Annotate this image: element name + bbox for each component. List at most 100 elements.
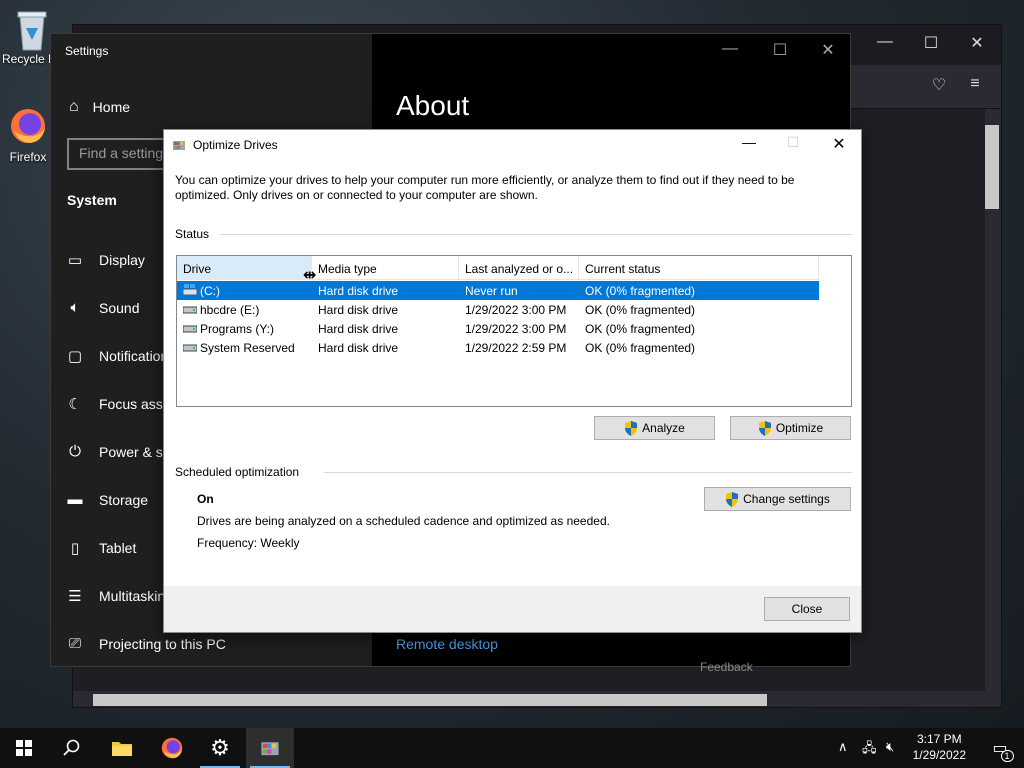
uac-shield-icon [758,420,771,436]
sidebar-item-sound[interactable]: 🔈︎ Sound [67,299,139,316]
close-icon[interactable]: ✕ [814,40,842,60]
scrollbar-thumb[interactable] [985,125,999,209]
cell-last-analyzed: 1/29/2022 3:00 PM [465,322,567,336]
sidebar-item-tablet[interactable]: ▯ Tablet [67,539,137,557]
display-icon: ▭ [67,252,83,269]
cell-drive: Programs (Y:) [200,322,275,336]
chevron-up-icon[interactable]: ∧ [838,739,848,755]
drive-icon [182,322,198,333]
file-explorer-button[interactable] [98,728,146,768]
firefox-icon [8,106,48,146]
column-header-last-analyzed[interactable]: Last analyzed or o... [459,256,579,280]
intro-text: You can optimize your drives to help you… [175,173,795,202]
column-header-media-type[interactable]: Media type [312,256,459,280]
home-label: Home [92,99,131,115]
change-settings-label: Change settings [743,492,830,506]
start-button[interactable] [0,728,48,768]
divider [324,472,852,473]
sidebar-item-multitasking[interactable]: ☰ Multitasking [67,587,173,605]
cell-current-status: OK (0% fragmented) [585,322,696,336]
optimize-drives-dialog: Optimize Drives — ☐ ✕ You can optimize y… [163,129,862,633]
clock-date: 1/29/2022 [912,748,966,762]
sidebar-item-label: Projecting to this PC [99,635,226,652]
column-header-drive[interactable]: Drive [177,256,312,280]
drive-icon [182,303,198,314]
system-clock[interactable]: 3:17 PM 1/29/2022 [913,731,966,763]
drive-windows-icon [182,284,198,296]
uac-shield-icon [625,420,638,436]
cell-drive: hbcdre (E:) [200,303,260,317]
search-placeholder: Find a setting [79,145,164,161]
network-icon[interactable]: 🖧︎ [862,739,877,761]
table-row[interactable]: (C:) Hard disk drive Never run OK (0% fr… [177,281,819,300]
projecting-icon: ⎚ [68,635,81,652]
cell-media-type: Hard disk drive [318,284,399,298]
change-settings-button[interactable]: Change settings [704,487,851,511]
pocket-icon[interactable]: ♡ [925,75,953,95]
desktop-icon-label: Recycle Bin [2,52,52,66]
browser-vertical-scrollbar[interactable] [985,109,1001,691]
close-button[interactable]: ✕ [816,134,862,156]
scrollbar-thumb[interactable] [93,694,767,706]
close-label: Close [791,602,823,616]
dialog-title: Optimize Drives [193,138,278,152]
search-button[interactable] [48,728,96,768]
multitasking-icon: ☰ [68,588,82,605]
cell-last-analyzed: 1/29/2022 3:00 PM [465,303,567,317]
drives-list[interactable]: Drive Media type Last analyzed or o... C… [176,255,852,407]
tablet-icon: ▯ [70,540,80,557]
taskbar: ⚙ ∧ 🖧︎ 🔇︎ 3:17 PM 1/29/2022 ▭ 1 [0,728,1024,768]
table-row[interactable]: Programs (Y:) Hard disk drive 1/29/2022 … [177,319,819,338]
volume-muted-icon[interactable]: 🔇︎ [886,739,894,755]
table-row[interactable]: hbcdre (E:) Hard disk drive 1/29/2022 3:… [177,300,819,319]
analyze-button[interactable]: Analyze [594,416,715,440]
optimize-label: Optimize [775,421,824,435]
cell-last-analyzed: Never run [465,284,518,298]
sidebar-item-storage[interactable]: ▬ Storage [67,491,149,508]
optimize-drives-taskbar-button[interactable] [246,728,294,768]
sound-icon: 🔈︎ [70,299,80,316]
analyze-label: Analyze [642,421,685,435]
sidebar-item-projecting[interactable]: ⎚ Projecting to this PC [67,635,226,652]
table-row[interactable]: System Reserved Hard disk drive 1/29/202… [177,338,819,357]
home-button[interactable]: ⌂ Home [69,98,130,116]
sidebar-item-display[interactable]: ▭ Display [67,251,145,269]
maximize-icon[interactable]: ☐ [917,33,945,53]
cell-media-type: Hard disk drive [318,303,399,317]
sidebar-item-label: Sound [99,299,140,316]
clock-time: 3:17 PM [916,732,962,746]
settings-taskbar-button[interactable]: ⚙ [196,728,244,768]
maximize-button: ☐ [786,134,800,150]
browser-horizontal-scrollbar[interactable] [73,691,1001,707]
close-dialog-button[interactable]: Close [764,597,850,621]
divider [220,234,852,235]
drive-icon [182,341,198,352]
minimize-icon[interactable]: — [871,33,899,51]
sidebar-item-focus-assist[interactable]: ☾ Focus assist [67,395,177,413]
optimize-button[interactable]: Optimize [730,416,851,440]
close-icon[interactable]: ✕ [963,33,991,53]
cell-media-type: Hard disk drive [318,341,399,355]
focus-assist-icon: ☾ [68,396,82,413]
notification-count: 1 [1000,750,1014,762]
action-center-button[interactable]: ▭ 1 [976,728,1024,768]
menu-icon[interactable]: ≡ [961,75,989,93]
power-icon: ⏻ [69,443,81,460]
minimize-icon[interactable]: — [716,40,744,58]
remote-desktop-link[interactable]: Remote desktop [396,636,498,652]
cell-drive: System Reserved [200,341,295,355]
window-title: Settings [65,44,109,58]
sidebar-item-label: Multitasking [99,588,173,604]
cell-media-type: Hard disk drive [318,322,399,336]
maximize-icon[interactable]: ☐ [766,40,794,60]
column-header-current-status[interactable]: Current status [579,256,819,280]
desktop-icon-firefox[interactable]: Firefox [8,106,48,164]
minimize-button[interactable]: — [726,134,772,156]
sidebar-item-label: Storage [99,491,149,508]
firefox-taskbar-button[interactable] [148,728,196,768]
home-icon: ⌂ [69,98,79,115]
firefox-icon [161,737,183,759]
feedback-link[interactable]: Feedback [700,660,753,674]
schedule-state: On [197,492,214,506]
schedule-frequency: Frequency: Weekly [197,536,300,550]
